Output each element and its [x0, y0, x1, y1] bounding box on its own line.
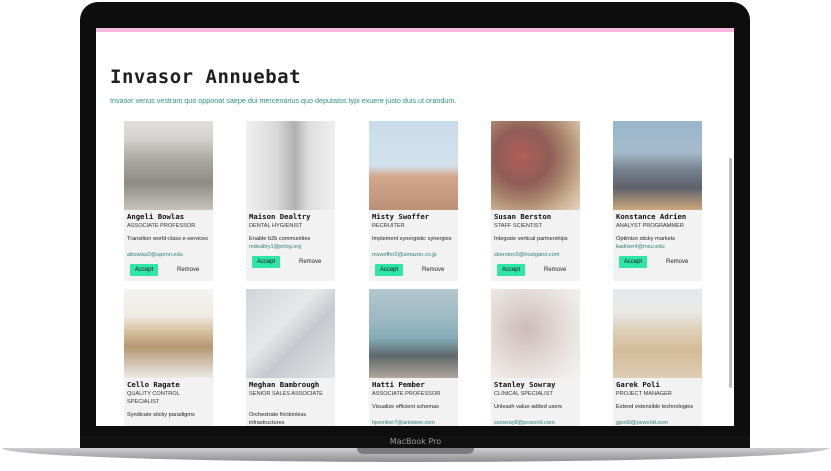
card-email[interactable]: abowlas0@upenn.edu [127, 252, 183, 258]
card-description: Orchestrate frictionless infrastructures [249, 412, 307, 426]
laptop-notch [357, 448, 474, 454]
card-name: Angeli Bowlas [127, 212, 185, 221]
remove-button[interactable]: Remove [666, 256, 688, 268]
contact-card: Misty Swoffer Recruiter Implement synerg… [369, 121, 458, 281]
remove-button[interactable]: Remove [544, 264, 566, 276]
contact-card: Maison Dealtry Dental Hygienist Enable b… [246, 121, 335, 281]
card-email[interactable]: hpember7@artisteer.com [372, 420, 435, 426]
page-title: Invasor Annuebat [110, 66, 302, 88]
accept-button[interactable]: Accept [375, 264, 403, 276]
card-role: Quality Control Specialist [127, 391, 180, 405]
card-photo [246, 121, 335, 210]
accept-button[interactable]: Accept [130, 264, 158, 276]
card-name: Stanley Sowray [494, 380, 556, 389]
accept-button[interactable]: Accept [497, 264, 525, 276]
card-description: Visualize efficient schemas [372, 404, 439, 410]
card-role: Dental Hygienist [249, 223, 303, 229]
card-photo [613, 289, 702, 378]
card-photo [124, 289, 213, 378]
screen: Invasor Annuebat Invasor venus vestram q… [96, 28, 734, 426]
card-description: Enable b2b communities [249, 236, 311, 242]
card-description: Extend extensible technologies [616, 404, 694, 410]
card-photo [124, 121, 213, 210]
card-name: Garek Poli [616, 380, 660, 389]
card-description: Transition world-class e-services [127, 236, 208, 242]
card-email[interactable]: mdealtry1@prlog.org [249, 244, 301, 250]
card-role: Associate Professor [127, 223, 196, 229]
card-role: Recruiter [372, 223, 405, 229]
contact-card: Konstance Adrien Analyst Programmer Opti… [613, 121, 702, 281]
card-email[interactable]: ssowray8@pcworld.com [494, 420, 555, 426]
card-name: Cello Ragate [127, 380, 180, 389]
card-description: Integrate vertical partnerships [494, 236, 568, 242]
card-name: Susan Berston [494, 212, 552, 221]
device-label: MacBook Pro [389, 437, 442, 446]
top-accent-bar [96, 28, 734, 32]
card-photo [613, 121, 702, 210]
card-email[interactable]: mswoffer2@amazon.co.jp [372, 252, 437, 258]
contact-card: Angeli Bowlas Associate Professor Transi… [124, 121, 213, 281]
card-name: Meghan Bambrough [249, 380, 320, 389]
card-name: Konstance Adrien [616, 212, 687, 221]
card-description: Unleash value-added users [494, 404, 563, 410]
card-name: Maison Dealtry [249, 212, 311, 221]
card-role: Clinical Specialist [494, 391, 553, 397]
card-email[interactable]: sberston3@hostgator.com [494, 252, 559, 258]
card-role: Senior Sales Associate [249, 391, 323, 397]
remove-button[interactable]: Remove [422, 264, 444, 276]
card-role: Associate Professor [372, 391, 441, 397]
card-name: Misty Swoffer [372, 212, 430, 221]
card-description: Optimize sticky markets [616, 236, 676, 242]
contact-card: Hatti Pember Associate Professor Visuali… [369, 289, 458, 426]
card-email[interactable]: gpoli9@pcworld.com [616, 420, 668, 426]
remove-button[interactable]: Remove [299, 256, 321, 268]
card-description: Syndicate sticky paradigms [127, 412, 195, 418]
card-role: Project Manager [616, 391, 672, 397]
card-role: Analyst Programmer [616, 223, 684, 229]
page-subtitle: Invasor venus vestram quo opponat saepe … [110, 96, 457, 105]
card-role: Staff Scientist [494, 223, 543, 229]
contact-card: Susan Berston Staff Scientist Integrate … [491, 121, 580, 281]
contact-card: Cello Ragate Quality Control Specialist … [124, 289, 213, 426]
card-photo [491, 121, 580, 210]
accept-button[interactable]: Accept [252, 256, 280, 268]
card-photo [491, 289, 580, 378]
contact-card: Garek Poli Project Manager Extend extens… [613, 289, 702, 426]
accept-button[interactable]: Accept [619, 256, 647, 268]
scrollbar[interactable] [729, 158, 732, 388]
contact-card: Stanley Sowray Clinical Specialist Unlea… [491, 289, 580, 426]
card-name: Hatti Pember [372, 380, 425, 389]
contact-card: Meghan Bambrough Senior Sales Associate … [246, 289, 335, 426]
card-email[interactable]: kadrien4@msu.edu [616, 244, 665, 250]
card-description: Implement synergistic synergies [372, 236, 452, 242]
card-photo [369, 289, 458, 378]
remove-button[interactable]: Remove [177, 264, 199, 276]
card-photo [246, 289, 335, 378]
card-photo [369, 121, 458, 210]
